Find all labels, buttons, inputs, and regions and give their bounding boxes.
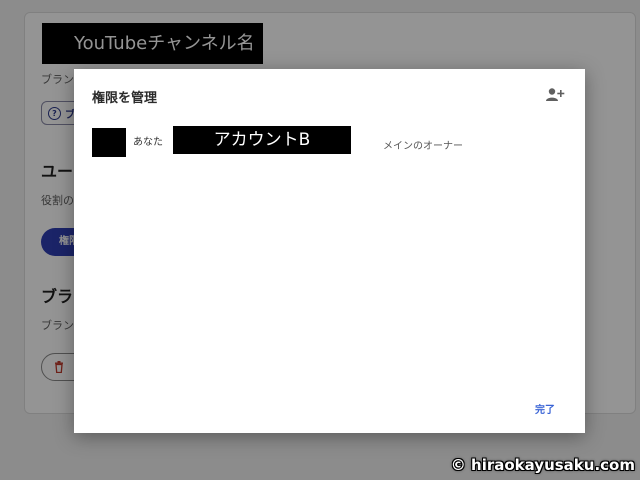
manage-permissions-dialog: 権限を管理 あなた アカウントB メインのオーナー 完了 bbox=[74, 69, 585, 433]
dialog-title: 権限を管理 bbox=[92, 91, 158, 106]
avatar bbox=[92, 128, 126, 157]
role-label: メインのオーナー bbox=[383, 141, 463, 152]
person-add-icon[interactable] bbox=[545, 87, 565, 103]
done-button[interactable]: 完了 bbox=[535, 401, 555, 416]
account-name: アカウントB bbox=[173, 126, 351, 154]
you-label: あなた bbox=[133, 137, 163, 148]
watermark: © hiraokayusaku.com bbox=[450, 456, 635, 474]
